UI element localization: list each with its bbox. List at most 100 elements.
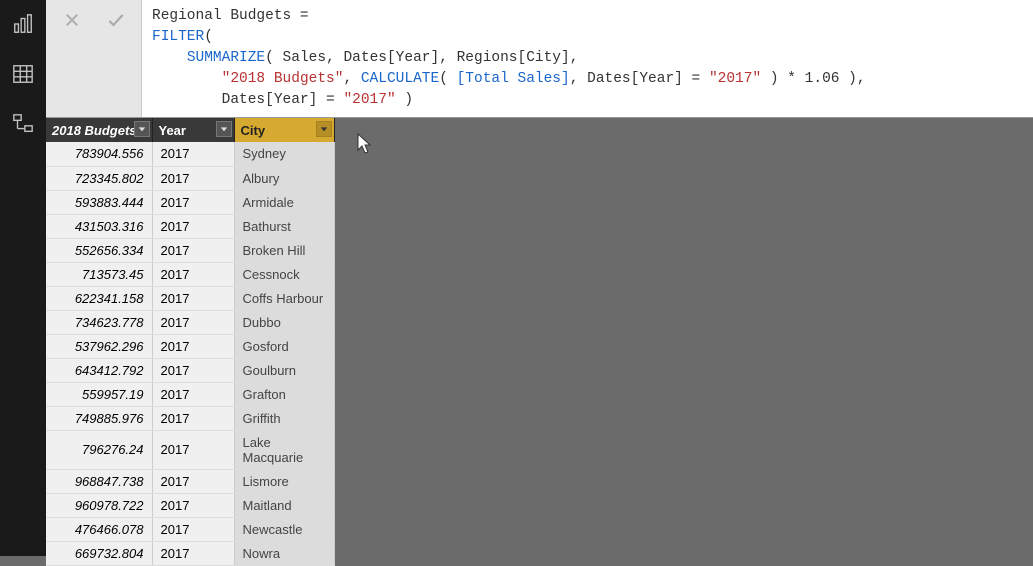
formula-text: = [683, 71, 709, 87]
cell-year[interactable]: 2017 [152, 310, 234, 334]
cell-budget[interactable]: 968847.738 [46, 469, 152, 493]
cell-year[interactable]: 2017 [152, 406, 234, 430]
cell-year[interactable]: 2017 [152, 190, 234, 214]
formula-text: , [326, 50, 343, 66]
cancel-formula-button[interactable] [58, 6, 86, 34]
cell-budget[interactable]: 537962.296 [46, 334, 152, 358]
cell-budget[interactable]: 559957.19 [46, 382, 152, 406]
model-view-icon[interactable] [7, 108, 39, 140]
table-row[interactable]: 559957.192017Grafton [46, 382, 334, 406]
cell-city[interactable]: Gosford [234, 334, 334, 358]
header-row: 2018 Budgets Year City [46, 118, 334, 142]
cell-city[interactable]: Nowra [234, 541, 334, 565]
cell-city[interactable]: Newcastle [234, 517, 334, 541]
cell-city[interactable]: Armidale [234, 190, 334, 214]
cell-city[interactable]: Griffith [234, 406, 334, 430]
commit-formula-button[interactable] [102, 6, 130, 34]
formula-text: ) * 1.06 ), [761, 71, 865, 87]
cell-city[interactable]: Cessnock [234, 262, 334, 286]
column-filter-button[interactable] [134, 121, 150, 137]
column-header-label: 2018 Budgets [52, 123, 137, 138]
cell-city[interactable]: Dubbo [234, 310, 334, 334]
cell-budget[interactable]: 431503.316 [46, 214, 152, 238]
data-view-icon[interactable] [7, 58, 39, 90]
cell-city[interactable]: Bathurst [234, 214, 334, 238]
cell-year[interactable]: 2017 [152, 493, 234, 517]
cell-budget[interactable]: 669732.804 [46, 541, 152, 565]
cell-year[interactable]: 2017 [152, 382, 234, 406]
formula-text: Regional Budgets [152, 8, 291, 24]
cell-budget[interactable]: 593883.444 [46, 190, 152, 214]
formula-text [152, 92, 222, 108]
view-rail [0, 0, 46, 556]
cell-city[interactable]: Maitland [234, 493, 334, 517]
formula-text: , [439, 50, 456, 66]
cell-year[interactable]: 2017 [152, 286, 234, 310]
cell-year[interactable]: 2017 [152, 469, 234, 493]
table-row[interactable]: 552656.3342017Broken Hill [46, 238, 334, 262]
formula-text: "2018 Budgets" [222, 71, 344, 87]
table-row[interactable]: 734623.7782017Dubbo [46, 310, 334, 334]
cell-budget[interactable]: 796276.24 [46, 430, 152, 469]
table-row[interactable]: 749885.9762017Griffith [46, 406, 334, 430]
cell-year[interactable]: 2017 [152, 262, 234, 286]
cell-budget[interactable]: 713573.45 [46, 262, 152, 286]
cell-budget[interactable]: 783904.556 [46, 142, 152, 166]
formula-editor[interactable]: Regional Budgets = FILTER( SUMMARIZE( Sa… [142, 0, 1033, 117]
table-row[interactable]: 643412.7922017Goulburn [46, 358, 334, 382]
cell-budget[interactable]: 476466.078 [46, 517, 152, 541]
cell-city[interactable]: Lake Macquarie [234, 430, 334, 469]
formula-text: FILTER [152, 29, 204, 45]
column-header-city[interactable]: City [234, 118, 334, 142]
cell-year[interactable]: 2017 [152, 541, 234, 565]
formula-text: , [343, 71, 360, 87]
table-row[interactable]: 723345.8022017Albury [46, 166, 334, 190]
cell-budget[interactable]: 734623.778 [46, 310, 152, 334]
cell-budget[interactable]: 749885.976 [46, 406, 152, 430]
cell-year[interactable]: 2017 [152, 214, 234, 238]
formula-text: ) [396, 92, 413, 108]
cell-year[interactable]: 2017 [152, 334, 234, 358]
column-header-budget[interactable]: 2018 Budgets [46, 118, 152, 142]
table-row[interactable]: 669732.8042017Nowra [46, 541, 334, 565]
cell-budget[interactable]: 643412.792 [46, 358, 152, 382]
column-header-label: Year [159, 123, 186, 138]
table-row[interactable]: 593883.4442017Armidale [46, 190, 334, 214]
cell-year[interactable]: 2017 [152, 430, 234, 469]
column-header-label: City [241, 123, 266, 138]
report-view-icon[interactable] [7, 8, 39, 40]
column-filter-button[interactable] [316, 121, 332, 137]
table-row[interactable]: 537962.2962017Gosford [46, 334, 334, 358]
cell-budget[interactable]: 622341.158 [46, 286, 152, 310]
table-row[interactable]: 968847.7382017Lismore [46, 469, 334, 493]
cell-city[interactable]: Grafton [234, 382, 334, 406]
cell-budget[interactable]: 723345.802 [46, 166, 152, 190]
table-row[interactable]: 783904.5562017Sydney [46, 142, 334, 166]
column-header-year[interactable]: Year [152, 118, 234, 142]
main-area: Regional Budgets = FILTER( SUMMARIZE( Sa… [46, 0, 1033, 556]
cell-city[interactable]: Lismore [234, 469, 334, 493]
cell-year[interactable]: 2017 [152, 238, 234, 262]
formula-text: , [570, 50, 579, 66]
cell-city[interactable]: Goulburn [234, 358, 334, 382]
formula-text: Dates[Year] [222, 92, 318, 108]
table-row[interactable]: 960978.7222017Maitland [46, 493, 334, 517]
cell-year[interactable]: 2017 [152, 142, 234, 166]
cell-city[interactable]: Albury [234, 166, 334, 190]
table-row[interactable]: 622341.1582017Coffs Harbour [46, 286, 334, 310]
formula-text: , [570, 71, 587, 87]
cell-city[interactable]: Broken Hill [234, 238, 334, 262]
formula-text: "2017" [709, 71, 761, 87]
cell-year[interactable]: 2017 [152, 358, 234, 382]
cell-budget[interactable]: 960978.722 [46, 493, 152, 517]
table-row[interactable]: 713573.452017Cessnock [46, 262, 334, 286]
column-filter-button[interactable] [216, 121, 232, 137]
cell-year[interactable]: 2017 [152, 517, 234, 541]
table-row[interactable]: 796276.242017Lake Macquarie [46, 430, 334, 469]
table-row[interactable]: 476466.0782017Newcastle [46, 517, 334, 541]
table-row[interactable]: 431503.3162017Bathurst [46, 214, 334, 238]
cell-city[interactable]: Sydney [234, 142, 334, 166]
cell-budget[interactable]: 552656.334 [46, 238, 152, 262]
cell-year[interactable]: 2017 [152, 166, 234, 190]
cell-city[interactable]: Coffs Harbour [234, 286, 334, 310]
